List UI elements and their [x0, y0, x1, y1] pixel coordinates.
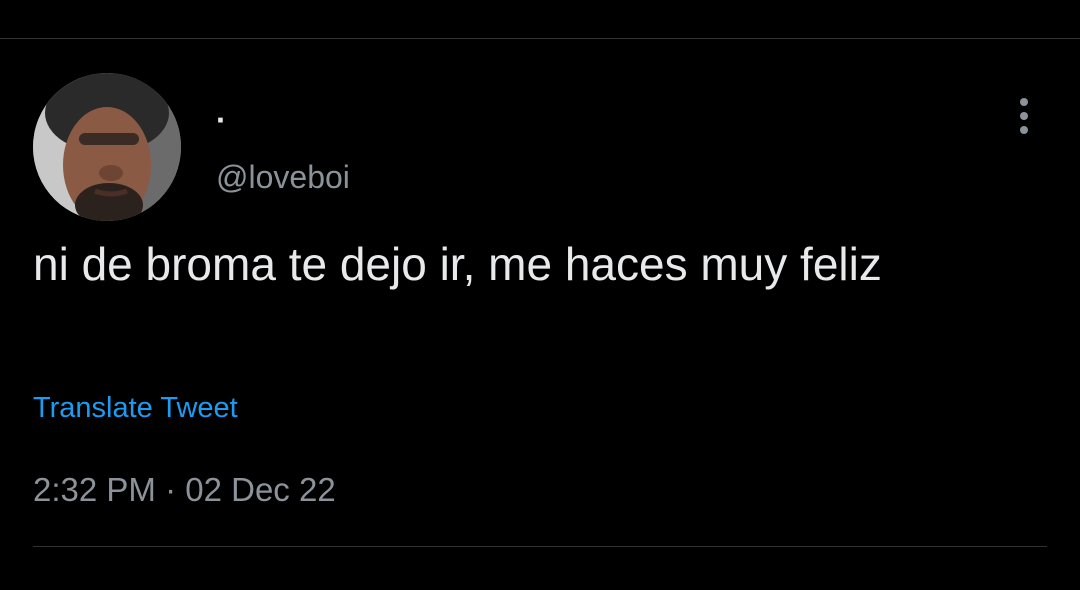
author-avatar[interactable] [33, 73, 181, 221]
author-display-name[interactable]: · [216, 100, 227, 140]
more-options-icon [1020, 98, 1028, 134]
bottom-divider [33, 546, 1047, 547]
more-options-button[interactable] [1006, 95, 1042, 139]
tweet-text: ni de broma te dejo ir, me haces muy fel… [33, 238, 882, 290]
meta-separator: · [165, 471, 177, 508]
tweet-date: 02 Dec 22 [185, 471, 336, 508]
tweet-timestamp[interactable]: 2:32 PM · 02 Dec 22 [33, 470, 336, 510]
avatar-photo [33, 73, 181, 221]
top-divider [0, 38, 1080, 39]
author-handle[interactable]: @loveboi [216, 157, 350, 197]
tweet-time: 2:32 PM [33, 471, 156, 508]
translate-tweet-link[interactable]: Translate Tweet [33, 390, 238, 426]
